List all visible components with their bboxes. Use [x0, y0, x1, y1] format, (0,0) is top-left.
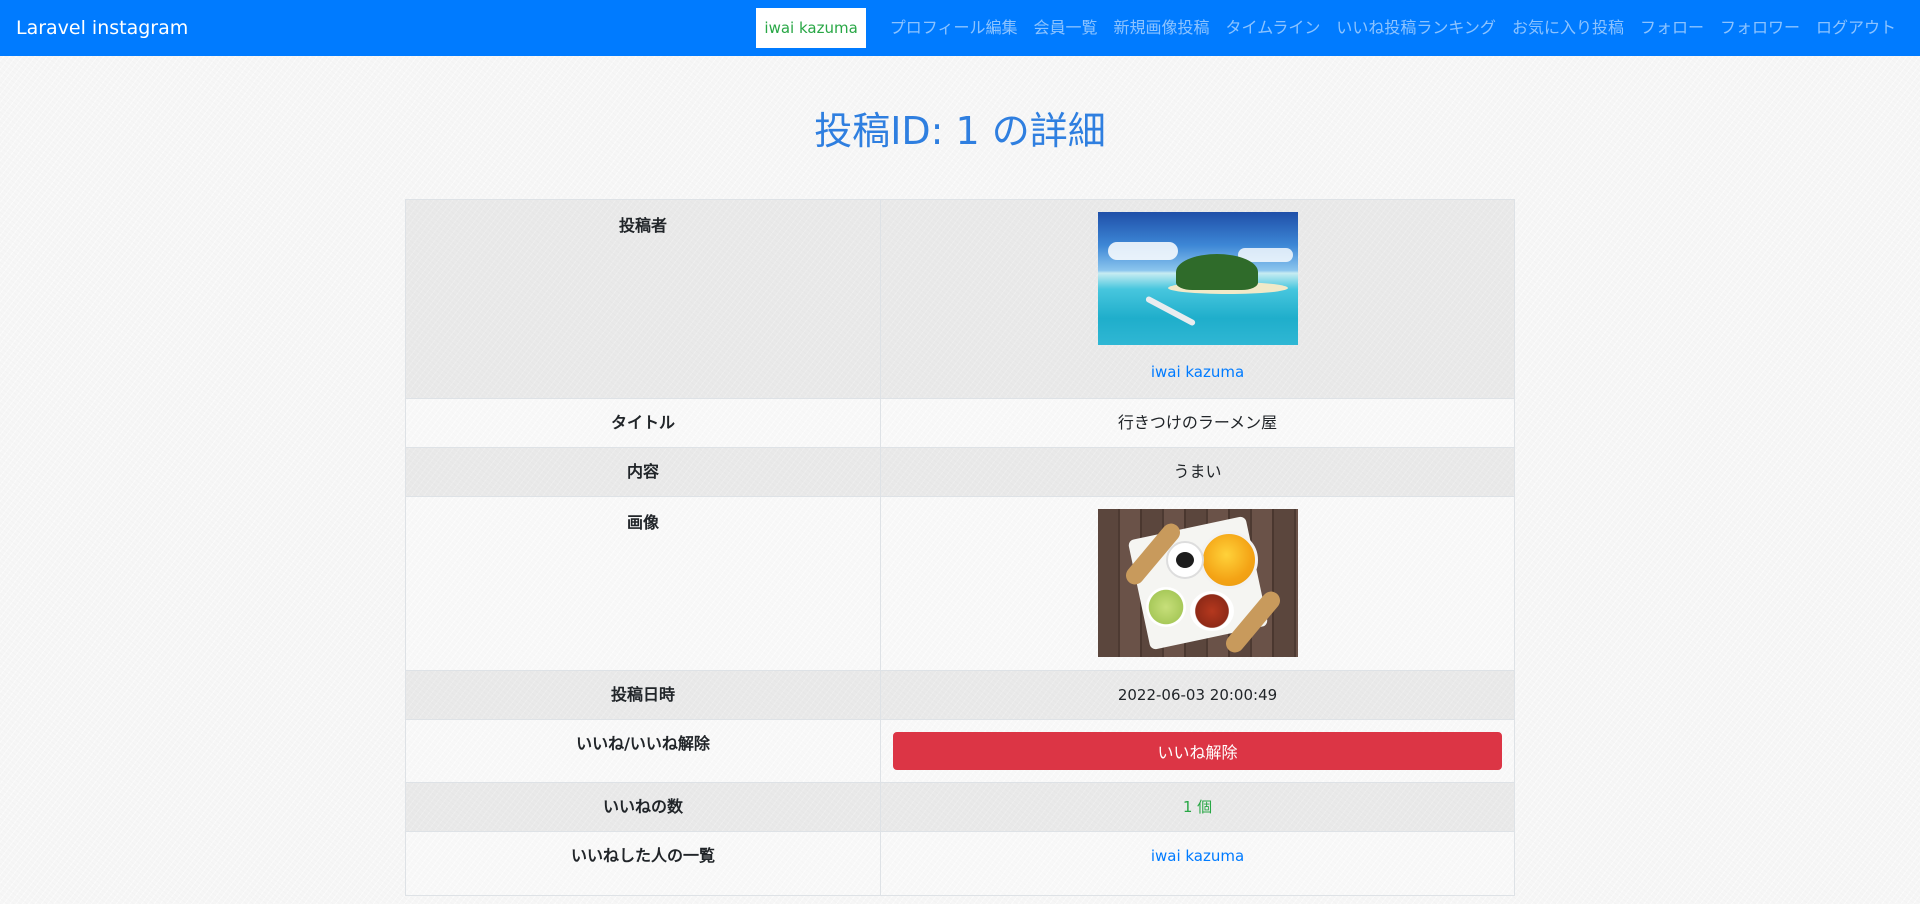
- date-label: 投稿日時: [405, 670, 881, 720]
- poster-cell: iwai kazuma: [880, 199, 1515, 399]
- row-poster: 投稿者 iwai kazuma: [405, 199, 1515, 399]
- poster-name-link[interactable]: iwai kazuma: [893, 363, 1502, 381]
- nav-favorites[interactable]: お気に入り投稿: [1504, 0, 1632, 56]
- image-cell: [880, 496, 1515, 671]
- nav-links: iwai kazuma プロフィール編集 会員一覧 新規画像投稿 タイムライン …: [756, 0, 1904, 56]
- like-count-label: いいねの数: [405, 782, 881, 832]
- row-image: 画像: [405, 496, 1515, 671]
- liker-link[interactable]: iwai kazuma: [1151, 847, 1244, 865]
- title-value: 行きつけのラーメン屋: [880, 398, 1515, 448]
- row-like-count: いいねの数 1 個: [405, 782, 1515, 832]
- row-date: 投稿日時 2022-06-03 20:00:49: [405, 670, 1515, 720]
- nav-timeline[interactable]: タイムライン: [1218, 0, 1329, 56]
- navbar: Laravel instagram iwai kazuma プロフィール編集 会…: [0, 0, 1920, 56]
- row-likers: いいねした人の一覧 iwai kazuma: [405, 831, 1515, 896]
- date-cell: 2022-06-03 20:00:49: [880, 670, 1515, 720]
- nav-follow[interactable]: フォロー: [1632, 0, 1712, 56]
- nav-profile-edit[interactable]: プロフィール編集: [882, 0, 1026, 56]
- poster-avatar-image: [1097, 212, 1298, 345]
- image-label: 画像: [405, 496, 881, 671]
- row-content: 内容 うまい: [405, 447, 1515, 497]
- post-detail-table: 投稿者 iwai kazuma タイトル 行きつけのラーメン屋 内容 うまい 画…: [405, 199, 1515, 896]
- unlike-button[interactable]: いいね解除: [893, 732, 1502, 770]
- likers-cell: iwai kazuma: [880, 831, 1515, 896]
- like-count-cell: 1 個: [880, 782, 1515, 832]
- brand-link[interactable]: Laravel instagram: [16, 0, 188, 56]
- nav-logout[interactable]: ログアウト: [1808, 0, 1904, 56]
- nav-ranking[interactable]: いいね投稿ランキング: [1328, 0, 1504, 56]
- like-count-value: 1 個: [1182, 798, 1213, 816]
- date-value: 2022-06-03 20:00:49: [1117, 686, 1278, 704]
- like-action-cell: いいね解除: [880, 719, 1515, 783]
- nav-members[interactable]: 会員一覧: [1025, 0, 1105, 56]
- poster-label: 投稿者: [405, 199, 881, 399]
- title-label: タイトル: [405, 398, 881, 448]
- nav-follower[interactable]: フォロワー: [1712, 0, 1808, 56]
- nav-new-post[interactable]: 新規画像投稿: [1106, 0, 1218, 56]
- post-image: [1097, 509, 1298, 657]
- nav-current-user[interactable]: iwai kazuma: [756, 8, 866, 48]
- row-title: タイトル 行きつけのラーメン屋: [405, 398, 1515, 448]
- row-like-action: いいね/いいね解除 いいね解除: [405, 719, 1515, 783]
- page-title: 投稿ID: 1 の詳細: [814, 109, 1106, 153]
- content-label: 内容: [405, 447, 881, 497]
- content-value: うまい: [880, 447, 1515, 497]
- like-action-label: いいね/いいね解除: [405, 719, 881, 783]
- likers-label: いいねした人の一覧: [405, 831, 881, 896]
